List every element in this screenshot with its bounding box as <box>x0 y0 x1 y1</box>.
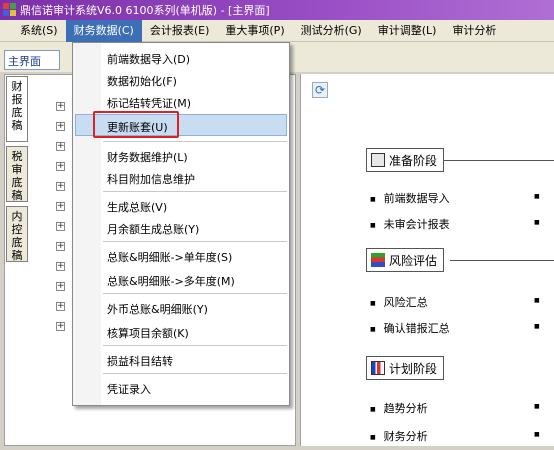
menu-separator <box>103 191 287 192</box>
tree-expand-icon[interactable]: + <box>56 242 65 251</box>
tab-main-interface[interactable]: 主界面 <box>4 50 60 70</box>
menu-financial-data[interactable]: 财务数据(C) <box>65 19 142 42</box>
menu-item-data-init[interactable]: 数据初始化(F) <box>107 73 177 89</box>
phase-item-trend-analysis[interactable]: 趋势分析 <box>370 400 428 416</box>
tree-expand-icon[interactable]: + <box>56 222 65 231</box>
tree-expand-icon[interactable]: + <box>56 162 65 171</box>
phase-item-unaudited-reports[interactable]: 未审会计报表 <box>370 216 450 232</box>
phase-planning[interactable]: 计划阶段 <box>366 356 445 380</box>
bar-chart-icon <box>371 361 385 375</box>
title-bar: 鼎信诺审计系统V6.0 6100系列(单机版) - [主界面] <box>0 0 554 20</box>
phase-item-misstatement-summary[interactable]: 确认错报汇总 <box>370 320 450 336</box>
tree-expand-icon[interactable]: + <box>56 142 65 151</box>
vtab-tax-workpapers[interactable]: 税审底稿 <box>6 146 28 202</box>
tree-expand-icon[interactable]: + <box>56 282 65 291</box>
flag-icon <box>371 253 385 267</box>
financial-data-dropdown: 前端数据导入(D) 数据初始化(F) 标记结转凭证(M) 更新账套(U) 财务数… <box>72 42 290 406</box>
menu-item-accounting-item-balance[interactable]: 核算项目余额(K) <box>107 325 189 341</box>
menu-item-update-account-set[interactable]: 更新账套(U) <box>107 119 168 135</box>
vertical-tabs: 财报底稿 税审底稿 内控底稿 <box>6 76 30 266</box>
tree-expand-icon[interactable]: + <box>56 122 65 131</box>
phase-label: 计划阶段 <box>389 361 438 376</box>
menu-separator <box>103 345 287 346</box>
phase-item-front-import[interactable]: 前端数据导入 <box>370 190 450 206</box>
tree-expand-icon[interactable]: + <box>56 302 65 311</box>
truncated-bullet-icon: ■ <box>534 193 540 200</box>
menu-item-ledger-single-year[interactable]: 总账&明细账->单年度(S) <box>107 249 232 265</box>
tree-expand-icon[interactable]: + <box>56 182 65 191</box>
menu-system[interactable]: 系统(S) <box>0 20 66 42</box>
phase-item-financial-analysis[interactable]: 财务分析 <box>370 428 428 444</box>
menu-separator <box>103 293 287 294</box>
menu-audit-adjustment[interactable]: 审计调整(L) <box>370 20 445 42</box>
truncated-bullet-icon: ■ <box>534 297 540 304</box>
menu-icon-gutter <box>73 43 101 405</box>
menu-item-financial-data-maintenance[interactable]: 财务数据维护(L) <box>107 149 188 165</box>
phase-item-risk-summary[interactable]: 风险汇总 <box>370 294 428 310</box>
menu-separator <box>103 141 287 142</box>
menu-major-matters[interactable]: 重大事项(P) <box>217 20 292 42</box>
menu-item-account-extra-info[interactable]: 科目附加信息维护 <box>107 171 195 187</box>
truncated-bullet-icon: ■ <box>534 323 540 330</box>
menu-item-front-data-import[interactable]: 前端数据导入(D) <box>107 51 190 67</box>
vtab-internal-control-workpapers[interactable]: 内控底稿 <box>6 206 28 262</box>
menu-item-foreign-currency-ledger[interactable]: 外币总账&明细账(Y) <box>107 301 208 317</box>
menu-audit-analysis[interactable]: 审计分析 <box>444 20 504 42</box>
menu-item-mark-closing-voucher[interactable]: 标记结转凭证(M) <box>107 95 191 111</box>
document-icon <box>371 153 385 167</box>
app-icon <box>3 3 17 17</box>
menu-item-generate-ledger[interactable]: 生成总账(V) <box>107 199 167 215</box>
menu-item-monthly-balance-ledger[interactable]: 月余额生成总账(Y) <box>107 221 199 237</box>
vtab-financial-workpapers[interactable]: 财报底稿 <box>6 76 28 142</box>
phase-risk-assessment[interactable]: 风险评估 <box>366 248 445 272</box>
truncated-bullet-icon: ■ <box>534 219 540 226</box>
menu-separator <box>103 241 287 242</box>
tree-expand-icon[interactable]: + <box>56 262 65 271</box>
menu-item-pl-carryover[interactable]: 损益科目结转 <box>107 353 173 369</box>
menu-bar: 系统(S) 财务数据(C) 会计报表(E) 重大事项(P) 测试分析(G) 审计… <box>0 19 554 42</box>
phase-divider <box>440 160 554 161</box>
window-title: 鼎信诺审计系统V6.0 6100系列(单机版) - [主界面] <box>20 4 270 17</box>
menu-separator <box>103 373 287 374</box>
tree-expand-icon[interactable]: + <box>56 322 65 331</box>
phase-label: 风险评估 <box>389 253 438 268</box>
menu-item-ledger-multi-year[interactable]: 总账&明细账->多年度(M) <box>107 273 235 289</box>
refresh-icon[interactable]: ⟳ <box>312 82 328 98</box>
menu-accounting-reports[interactable]: 会计报表(E) <box>142 20 218 42</box>
phase-label: 准备阶段 <box>389 153 438 168</box>
truncated-bullet-icon: ■ <box>534 403 540 410</box>
tree-expand-icon[interactable]: + <box>56 202 65 211</box>
truncated-bullet-icon: ■ <box>534 431 540 438</box>
phase-divider <box>450 260 554 261</box>
tree-expand-icon[interactable]: + <box>56 102 65 111</box>
menu-test-analysis[interactable]: 测试分析(G) <box>293 20 370 42</box>
phase-preparation[interactable]: 准备阶段 <box>366 148 445 172</box>
menu-item-voucher-entry[interactable]: 凭证录入 <box>107 381 151 397</box>
